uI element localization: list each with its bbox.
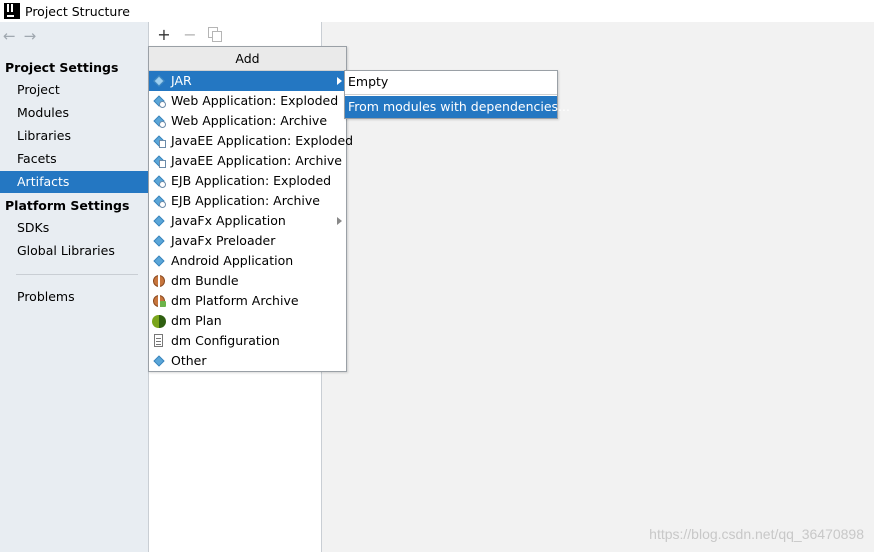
menu-item-dm-platform-archive[interactable]: dm Platform Archive <box>149 291 346 311</box>
sidebar-item-facets[interactable]: Facets <box>0 148 148 170</box>
intellij-app-icon <box>4 3 20 19</box>
menu-item-label: Android Application <box>171 253 294 268</box>
ejb-archive-icon <box>152 194 166 208</box>
add-button[interactable]: + <box>156 27 172 43</box>
menu-item-android-application[interactable]: Android Application <box>149 251 346 271</box>
copy-icon <box>208 27 222 42</box>
ejb-exploded-icon <box>152 174 166 188</box>
add-artifact-menu: Add JAR Web Application: Exploded Web Ap… <box>148 46 353 372</box>
menu-item-label: EJB Application: Exploded <box>171 173 332 188</box>
artifacts-toolbar: + − <box>156 26 224 44</box>
menu-item-label: JavaEE Application: Archive <box>171 153 342 168</box>
menu-item-dm-plan[interactable]: dm Plan <box>149 311 346 331</box>
platform-settings-header: Platform Settings <box>5 198 130 213</box>
javafx-icon <box>152 214 166 228</box>
sidebar-item-global-libraries[interactable]: Global Libraries <box>0 240 148 262</box>
menu-item-label: EJB Application: Archive <box>171 193 320 208</box>
menu-item-label: Other <box>171 353 207 368</box>
plan-icon <box>152 314 166 328</box>
menu-item-label: JavaEE Application: Exploded <box>171 133 354 148</box>
sidebar-item-project[interactable]: Project <box>0 79 148 101</box>
menu-item-label: JavaFx Preloader <box>171 233 276 248</box>
sidebar-item-modules[interactable]: Modules <box>0 102 148 124</box>
bundle-icon <box>152 274 166 288</box>
menu-item-label: dm Bundle <box>171 273 239 288</box>
menu-item-web-archive[interactable]: Web Application: Archive <box>149 111 346 131</box>
menu-item-label: Web Application: Exploded <box>171 93 339 108</box>
watermark-text: https://blog.csdn.net/qq_36470898 <box>649 526 864 542</box>
nav-arrows: ← → <box>3 27 36 47</box>
submenu-arrow-icon <box>337 77 342 85</box>
menu-item-ejb-archive[interactable]: EJB Application: Archive <box>149 191 346 211</box>
right-arrow-icon[interactable]: → <box>24 27 37 47</box>
settings-sidebar: ← → Project Settings Project Modules Lib… <box>0 22 148 552</box>
menu-item-javafx-preloader[interactable]: JavaFx Preloader <box>149 231 346 251</box>
jar-submenu: Empty From modules with dependencies... <box>344 70 570 119</box>
javafx-preloader-icon <box>152 234 166 248</box>
configuration-icon <box>152 334 166 348</box>
android-icon <box>152 254 166 268</box>
menu-item-label: JavaFx Application <box>171 213 286 228</box>
sidebar-divider <box>16 274 138 275</box>
menu-item-dm-bundle[interactable]: dm Bundle <box>149 271 346 291</box>
project-settings-header: Project Settings <box>5 60 119 75</box>
javaee-archive-icon <box>152 154 166 168</box>
submenu-divider <box>345 94 557 95</box>
menu-item-javaee-exploded[interactable]: JavaEE Application: Exploded <box>149 131 353 151</box>
menu-item-dm-configuration[interactable]: dm Configuration <box>149 331 346 351</box>
menu-item-other[interactable]: Other <box>149 351 346 371</box>
platform-archive-icon <box>152 294 166 308</box>
artifact-diamond-icon <box>152 74 166 88</box>
menu-item-label: dm Platform Archive <box>171 293 299 308</box>
menu-item-javaee-archive[interactable]: JavaEE Application: Archive <box>149 151 346 171</box>
sidebar-item-artifacts[interactable]: Artifacts <box>0 171 148 193</box>
javaee-exploded-icon <box>152 134 166 148</box>
remove-button[interactable]: − <box>182 27 198 43</box>
submenu-arrow-icon <box>337 217 342 225</box>
menu-item-jar[interactable]: JAR <box>149 71 346 91</box>
menu-item-ejb-exploded[interactable]: EJB Application: Exploded <box>149 171 346 191</box>
left-arrow-icon[interactable]: ← <box>3 27 16 47</box>
sidebar-item-problems[interactable]: Problems <box>0 286 148 308</box>
sidebar-item-sdks[interactable]: SDKs <box>0 217 148 239</box>
menu-item-label: Web Application: Archive <box>171 113 328 128</box>
menu-item-web-exploded[interactable]: Web Application: Exploded <box>149 91 346 111</box>
window-title: Project Structure <box>25 3 130 19</box>
submenu-item-empty[interactable]: Empty <box>345 71 557 93</box>
menu-item-label: JAR <box>171 73 192 88</box>
add-menu-header: Add <box>149 47 346 71</box>
menu-item-label: dm Configuration <box>171 333 280 348</box>
menu-item-label: dm Plan <box>171 313 222 328</box>
other-diamond-icon <box>152 354 166 368</box>
title-bar: Project Structure <box>0 0 874 22</box>
menu-item-javafx-application[interactable]: JavaFx Application <box>149 211 346 231</box>
submenu-item-from-modules[interactable]: From modules with dependencies... <box>345 96 570 118</box>
sidebar-item-libraries[interactable]: Libraries <box>0 125 148 147</box>
web-exploded-icon <box>152 94 166 108</box>
web-archive-icon <box>152 114 166 128</box>
copy-button[interactable] <box>208 27 224 43</box>
